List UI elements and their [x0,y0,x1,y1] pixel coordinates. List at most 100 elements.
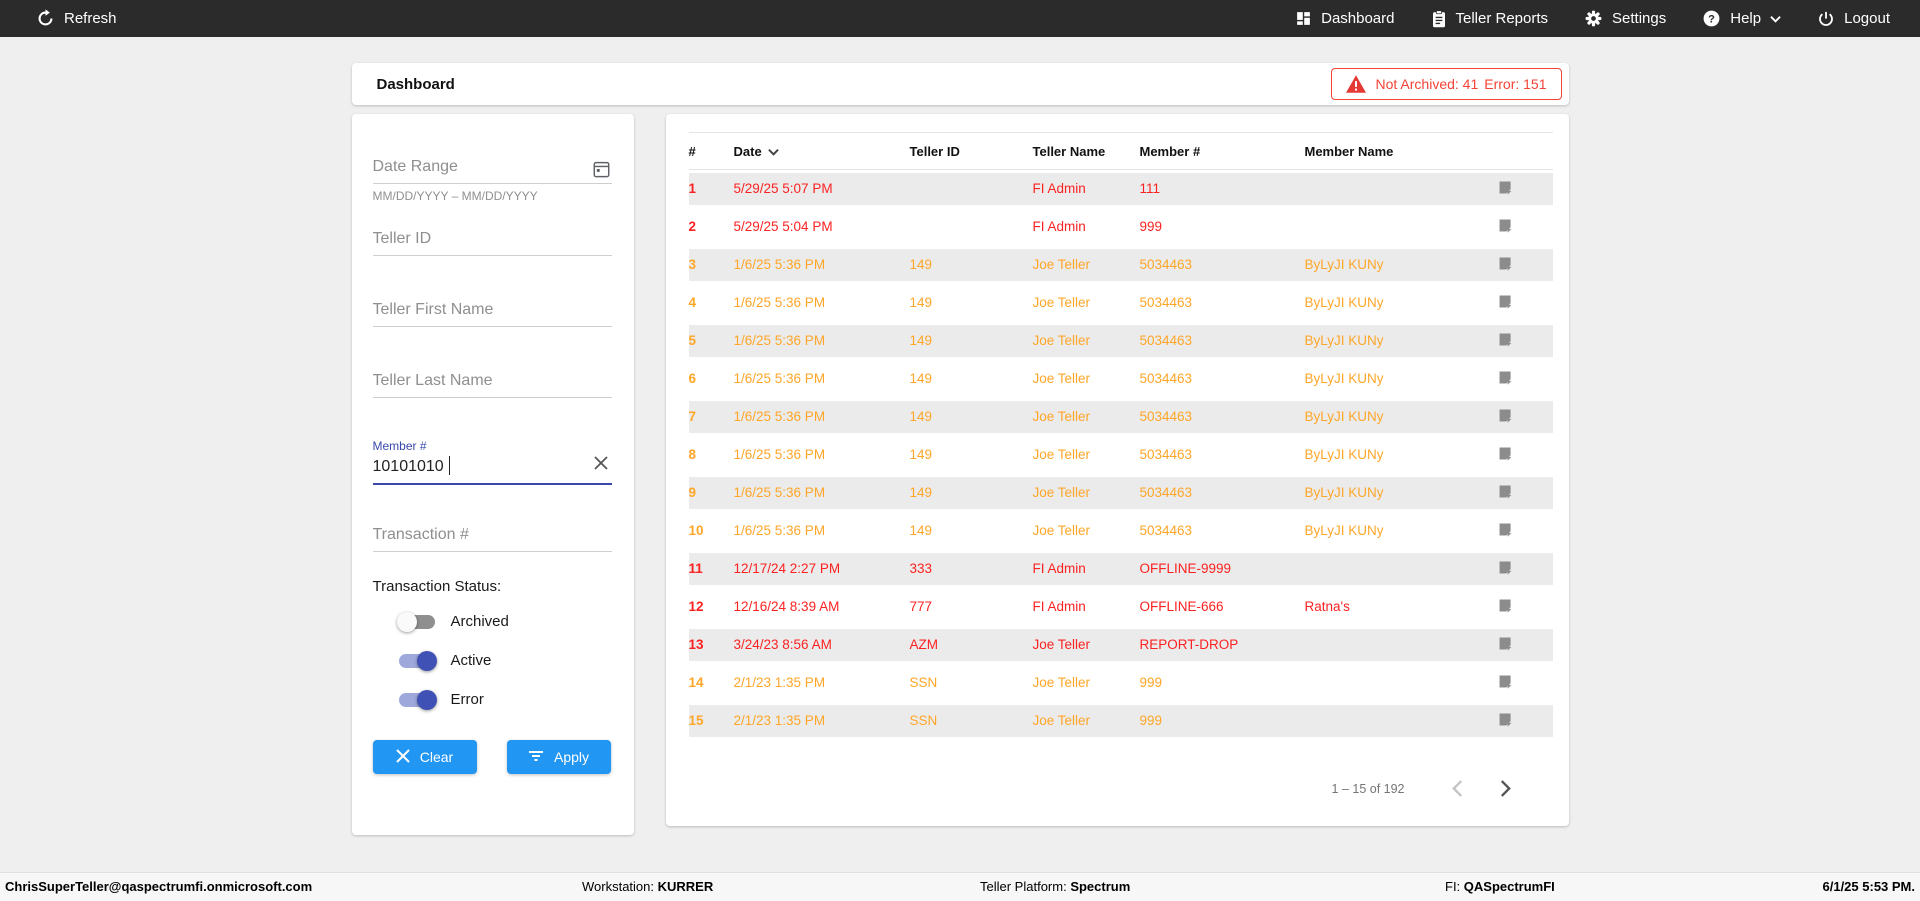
nav-settings[interactable]: Settings [1584,9,1666,28]
status-badge[interactable]: Not Archived: 41Error: 151 [1331,68,1562,100]
teller-id-input[interactable] [373,226,612,256]
cell-member-name: ByLyJI KUNy [1305,322,1497,360]
nav-dashboard-label: Dashboard [1321,10,1394,27]
calendar-icon[interactable] [593,160,610,183]
toggle-active[interactable] [399,654,435,668]
cell-teller-id: 333 [910,550,1033,588]
cell-member-num: 5034463 [1140,436,1305,474]
note-icon[interactable] [1497,673,1514,690]
col-header-member-num: Member # [1140,133,1305,170]
note-icon[interactable] [1497,407,1514,424]
cell-teller-name: Joe Teller [1033,664,1140,702]
note-icon[interactable] [1497,445,1514,462]
cell-member-num: REPORT-DROP [1140,626,1305,664]
note-icon[interactable] [1497,331,1514,348]
note-icon[interactable] [1497,179,1514,196]
table-row[interactable]: 1112/17/24 2:27 PM333FI AdminOFFLINE-999… [689,550,1553,588]
nav-teller-reports[interactable]: Teller Reports [1431,10,1549,28]
cell-member-num: 999 [1140,664,1305,702]
toggle-archived[interactable] [399,615,435,629]
transaction-number-input[interactable] [373,522,612,552]
cell-member-name: ByLyJI KUNy [1305,360,1497,398]
power-icon [1817,10,1835,28]
cell-note [1497,398,1553,436]
table-row[interactable]: 81/6/25 5:36 PM149Joe Teller5034463ByLyJ… [689,436,1553,474]
clear-field-icon[interactable] [594,456,608,475]
cell-teller-name: Joe Teller [1033,322,1140,360]
teller-last-name-input[interactable] [373,368,612,398]
table-row[interactable]: 142/1/23 1:35 PMSSNJoe Teller999 [689,664,1553,702]
cell-member-num: 999 [1140,208,1305,246]
table-row[interactable]: 91/6/25 5:36 PM149Joe Teller5034463ByLyJ… [689,474,1553,512]
cell-num: 1 [689,170,734,208]
note-icon[interactable] [1497,483,1514,500]
cell-note [1497,322,1553,360]
note-icon[interactable] [1497,293,1514,310]
table-row[interactable]: 152/1/23 1:35 PMSSNJoe Teller999 [689,702,1553,740]
table-row[interactable]: 133/24/23 8:56 AMAZMJoe TellerREPORT-DRO… [689,626,1553,664]
toggle-error[interactable] [399,693,435,707]
cell-teller-name: Joe Teller [1033,360,1140,398]
note-icon[interactable] [1497,635,1514,652]
clipboard-icon [1431,10,1447,28]
date-range-hint: MM/DD/YYYY – MM/DD/YYYY [373,189,612,203]
table-row[interactable]: 31/6/25 5:36 PM149Joe Teller5034463ByLyJ… [689,246,1553,284]
cell-note [1497,170,1553,208]
col-header-teller-id: Teller ID [910,133,1033,170]
fi-info: FI: QASpectrumFI [1445,879,1555,894]
cell-teller-id: 149 [910,246,1033,284]
clear-button[interactable]: Clear [373,740,477,774]
note-icon[interactable] [1497,521,1514,538]
gear-icon [1584,9,1603,28]
note-icon[interactable] [1497,255,1514,272]
note-icon[interactable] [1497,597,1514,614]
pagination-range: 1 – 15 of 192 [1332,782,1405,796]
cell-date: 2/1/23 1:35 PM [734,702,910,740]
paginator: 1 – 15 of 192 [689,770,1553,808]
cell-member-name: ByLyJI KUNy [1305,246,1497,284]
table-row[interactable]: 71/6/25 5:36 PM149Joe Teller5034463ByLyJ… [689,398,1553,436]
table-row[interactable]: 101/6/25 5:36 PM149Joe Teller5034463ByLy… [689,512,1553,550]
refresh-button[interactable]: Refresh [36,9,117,28]
previous-page-button[interactable] [1439,770,1477,808]
cell-num: 12 [689,588,734,626]
teller-first-name-input[interactable] [373,297,612,327]
member-number-input[interactable] [373,454,612,485]
cell-num: 11 [689,550,734,588]
cell-member-name: ByLyJI KUNy [1305,284,1497,322]
sort-descending-icon [768,144,779,159]
note-icon[interactable] [1497,369,1514,386]
table-row[interactable]: 1212/16/24 8:39 AM777FI AdminOFFLINE-666… [689,588,1553,626]
table-row[interactable]: 15/29/25 5:07 PMFI Admin111 [689,170,1553,208]
toggle-archived-label: Archived [451,613,509,630]
apply-button[interactable]: Apply [507,740,611,774]
col-header-date[interactable]: Date [734,133,910,170]
date-range-input[interactable] [373,154,612,184]
chevron-down-icon [1770,15,1781,23]
table-row[interactable]: 61/6/25 5:36 PM149Joe Teller5034463ByLyJ… [689,360,1553,398]
table-row[interactable]: 25/29/25 5:04 PMFI Admin999 [689,208,1553,246]
cell-note [1497,208,1553,246]
user-email: ChrisSuperTeller@qaspectrumfi.onmicrosof… [5,879,312,894]
cell-date: 1/6/25 5:36 PM [734,398,910,436]
note-icon[interactable] [1497,217,1514,234]
nav-dashboard[interactable]: Dashboard [1295,10,1394,27]
cell-date: 1/6/25 5:36 PM [734,474,910,512]
cell-num: 9 [689,474,734,512]
note-icon[interactable] [1497,559,1514,576]
table-row[interactable]: 51/6/25 5:36 PM149Joe Teller5034463ByLyJ… [689,322,1553,360]
cell-date: 5/29/25 5:07 PM [734,170,910,208]
nav-help[interactable]: ? Help [1702,9,1781,28]
transaction-status-label: Transaction Status: [373,578,612,595]
note-icon[interactable] [1497,711,1514,728]
cell-num: 14 [689,664,734,702]
next-page-button[interactable] [1487,770,1525,808]
cell-member-num: 5034463 [1140,246,1305,284]
table-row[interactable]: 41/6/25 5:36 PM149Joe Teller5034463ByLyJ… [689,284,1553,322]
cell-note [1497,360,1553,398]
nav-logout[interactable]: Logout [1817,10,1890,28]
member-number-label: Member # [373,439,612,453]
cell-num: 8 [689,436,734,474]
cell-num: 6 [689,360,734,398]
cell-teller-name: FI Admin [1033,550,1140,588]
